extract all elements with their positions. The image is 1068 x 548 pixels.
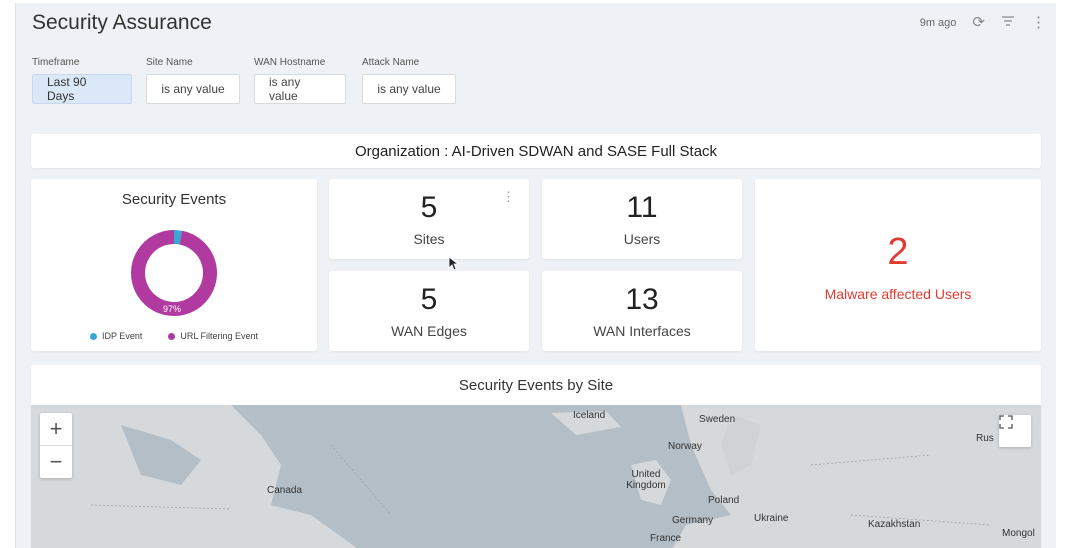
filter-label: Site Name (146, 57, 193, 68)
fullscreen-icon (999, 415, 1013, 429)
wan-edges-count: 5 (420, 283, 438, 316)
users-label: Users (623, 231, 661, 247)
security-events-card: Security Events 97% IDP Event URL Filter… (31, 179, 317, 351)
zoom-out-button[interactable]: − (40, 445, 72, 478)
legend-label: IDP Event (101, 331, 143, 341)
filter-attack-name: Attack Name is any value (362, 57, 456, 104)
page-title: Security Assurance (32, 11, 212, 34)
donut-slice-idp[interactable] (173, 230, 183, 245)
wan-interfaces-card[interactable]: 13 WAN Interfaces (542, 271, 742, 351)
site-name-select[interactable]: is any value (146, 74, 240, 104)
security-events-donut[interactable]: 97% (31, 179, 317, 351)
wan-edges-card[interactable]: 5 WAN Edges (329, 271, 529, 351)
legend-label: URL Filtering Event (180, 331, 259, 341)
sites-card[interactable]: 5 Sites ⋮ (329, 179, 529, 259)
map-title: Security Events by Site (458, 377, 614, 394)
attack-name-select[interactable]: is any value (362, 74, 456, 104)
malware-users-label: Malware affected Users (824, 286, 972, 302)
place-france: France (650, 533, 682, 544)
filter-site-name: Site Name is any value (146, 57, 240, 104)
sites-count: 5 (420, 191, 438, 224)
refresh-icon[interactable]: ⟳ (972, 15, 985, 30)
filter-label: WAN Hostname (254, 57, 326, 68)
legend-item-url-filtering[interactable]: URL Filtering Event (168, 331, 258, 341)
malware-users-card[interactable]: 2 Malware affected Users (755, 179, 1041, 351)
place-germany: Germany (672, 515, 714, 526)
legend-dot-url-filtering (168, 333, 176, 340)
wan-interfaces-label: WAN Interfaces (593, 323, 691, 339)
zoom-in-button[interactable]: + (40, 413, 72, 445)
filter-wan-hostname: WAN Hostname is any value (254, 57, 346, 104)
users-card[interactable]: 11 Users (542, 179, 742, 259)
filter-icon[interactable] (1001, 15, 1015, 30)
users-count: 11 (626, 191, 658, 224)
place-mongolia: Mongol (1002, 528, 1035, 539)
place-canada: Canada (267, 485, 303, 496)
filter-timeframe: Timeframe Last 90 Days (32, 57, 132, 104)
card-menu-icon[interactable]: ⋮ (502, 189, 515, 205)
timeframe-select[interactable]: Last 90 Days (32, 74, 132, 104)
dashboard: Security Assurance 9m ago ⟳ ⋮ Timeframe … (15, 3, 1056, 548)
organization-banner: Organization : AI-Driven SDWAN and SASE … (31, 134, 1041, 168)
place-sweden: Sweden (699, 414, 736, 425)
mouse-cursor-icon (448, 256, 460, 271)
map-zoom-controls: + − (40, 413, 72, 478)
wan-edges-label: WAN Edges (391, 323, 467, 339)
filter-label: Attack Name (362, 57, 420, 68)
world-map[interactable]: Iceland Sweden Norway Rus United Kingdom… (31, 405, 1041, 548)
wan-hostname-select[interactable]: is any value (254, 74, 346, 104)
header-actions: 9m ago ⟳ ⋮ (920, 15, 1046, 30)
donut-slice-url-filtering[interactable] (131, 230, 217, 316)
place-russia: Rus (976, 433, 994, 444)
security-events-map-card: Security Events by Site Iceland Sweden N… (31, 365, 1041, 548)
wan-interfaces-count: 13 (625, 283, 659, 316)
place-ukraine: Ukraine (754, 513, 789, 524)
place-united-kingdom: United Kingdom (626, 469, 666, 491)
fullscreen-button[interactable] (999, 415, 1031, 447)
place-iceland: Iceland (573, 410, 606, 421)
malware-users-count: 2 (887, 231, 909, 273)
legend-item-idp[interactable]: IDP Event (89, 331, 143, 341)
security-events-legend: IDP Event URL Filtering Event (31, 331, 317, 341)
donut-percent-label: 97% (163, 304, 181, 314)
place-kazakhstan: Kazakhstan (868, 519, 921, 530)
filter-label: Timeframe (32, 57, 80, 68)
place-norway: Norway (668, 441, 702, 452)
legend-dot-idp (89, 333, 97, 340)
last-updated-text: 9m ago (919, 16, 957, 29)
more-options-icon[interactable]: ⋮ (1031, 15, 1046, 30)
place-poland: Poland (708, 495, 740, 506)
sites-label: Sites (413, 231, 445, 247)
